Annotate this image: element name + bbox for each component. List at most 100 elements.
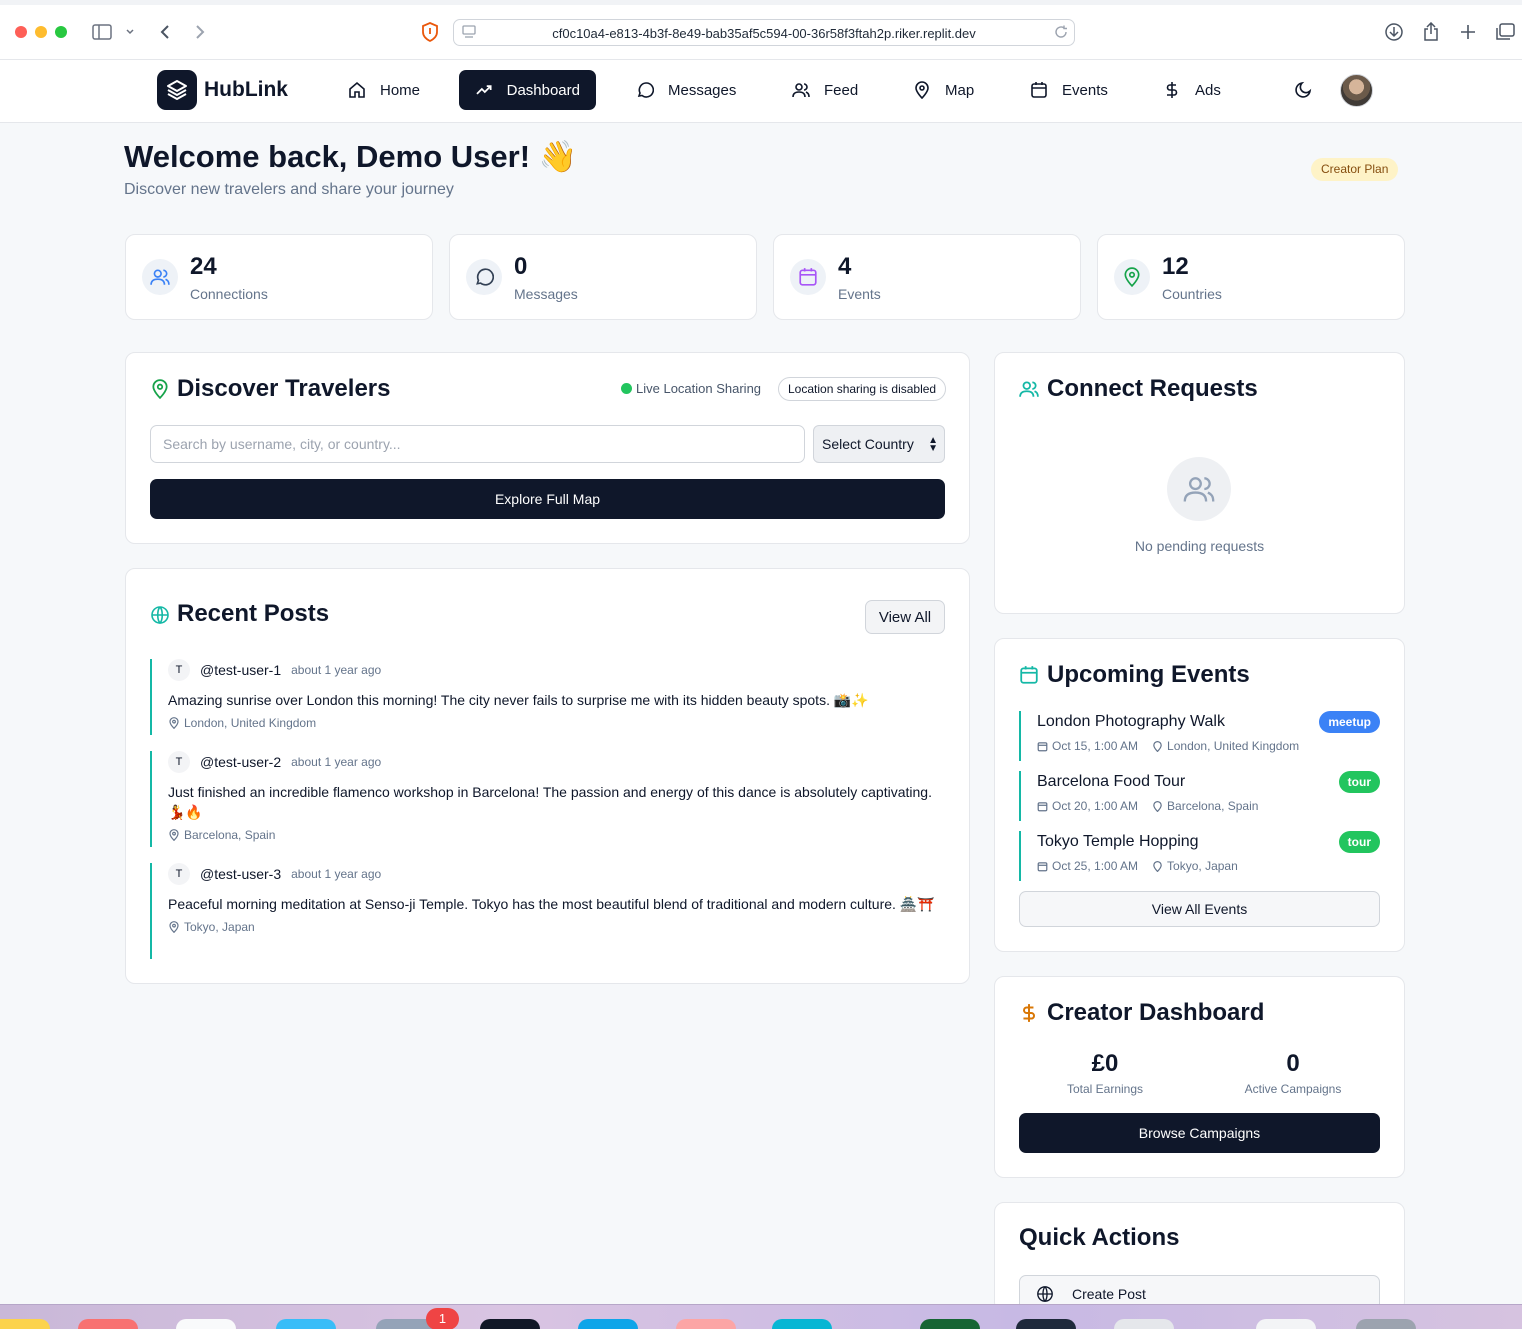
dock-app-icon[interactable] <box>676 1319 736 1329</box>
zoom-window-button[interactable] <box>55 26 67 38</box>
post-location: Tokyo, Japan <box>168 920 940 934</box>
calendar-icon <box>1037 801 1048 811</box>
share-icon[interactable] <box>1419 20 1443 44</box>
stat-card-connections: 24 Connections <box>125 234 433 320</box>
view-all-events-button[interactable]: View All Events <box>1019 891 1380 927</box>
message-circle-icon <box>466 259 502 295</box>
message-circle-icon <box>637 82 654 98</box>
avatar[interactable] <box>1340 74 1373 107</box>
dock-app-icon[interactable] <box>920 1319 980 1329</box>
map-pin-icon <box>169 921 179 933</box>
event-item[interactable]: Barcelona Food Tour Oct 20, 1:00 AM Barc… <box>1019 771 1380 821</box>
location-status-badge: Location sharing is disabled <box>778 377 947 401</box>
address-bar[interactable]: cf0c10a4-e813-4b3f-8e49-bab35af5c594-00-… <box>453 19 1075 46</box>
map-pin-icon <box>1114 259 1150 295</box>
post-time: about 1 year ago <box>291 867 382 881</box>
map-pin-icon <box>1153 740 1162 752</box>
stat-value: 12 <box>1162 253 1189 280</box>
dock-app-icon[interactable] <box>1016 1319 1076 1329</box>
event-tag: meetup <box>1319 711 1380 733</box>
map-pin-icon <box>150 379 170 404</box>
dock-app-icon[interactable] <box>772 1319 832 1329</box>
users-icon <box>792 83 810 98</box>
shield-icon[interactable] <box>418 20 442 44</box>
post-username[interactable]: @test-user-2 <box>200 754 281 770</box>
reload-icon[interactable] <box>1054 25 1068 44</box>
search-input[interactable]: Search by username, city, or country... <box>150 425 805 463</box>
nav-events[interactable]: Events <box>1014 70 1124 110</box>
explore-map-button[interactable]: Explore Full Map <box>150 479 945 519</box>
post-location: London, United Kingdom <box>168 716 940 730</box>
earnings-label: Total Earnings <box>1066 1082 1144 1096</box>
nav-map[interactable]: Map <box>897 70 990 110</box>
post-username[interactable]: @test-user-1 <box>200 662 281 678</box>
dock-app-icon[interactable] <box>1256 1319 1316 1329</box>
avatar: T <box>168 659 190 681</box>
plan-badge: Creator Plan <box>1311 158 1399 181</box>
post-item[interactable]: T @test-user-1 about 1 year ago Amazing … <box>150 659 940 735</box>
dock-app-icon[interactable] <box>276 1319 336 1329</box>
live-location-label: Live Location Sharing <box>636 381 762 396</box>
stat-value: 0 <box>514 253 528 280</box>
select-arrows-icon: ▲ ▼ <box>928 435 938 454</box>
download-icon[interactable] <box>1382 20 1406 44</box>
post-time: about 1 year ago <box>291 663 382 677</box>
creator-dashboard-title: Creator Dashboard <box>1047 999 1265 1026</box>
country-select[interactable]: Select Country ▲ ▼ <box>813 425 945 463</box>
calendar-icon <box>1019 665 1039 690</box>
logo-icon[interactable] <box>157 70 197 110</box>
live-location-indicator: Live Location Sharing <box>621 381 761 396</box>
nav-home[interactable]: Home <box>332 70 436 110</box>
new-tab-icon[interactable] <box>1456 20 1480 44</box>
nav-feed[interactable]: Feed <box>776 70 874 110</box>
tab-overview-icon[interactable] <box>1493 20 1517 44</box>
chevron-down-icon[interactable] <box>120 20 140 44</box>
event-tag: tour <box>1338 771 1380 793</box>
browse-campaigns-button[interactable]: Browse Campaigns <box>1019 1113 1380 1153</box>
sidebar-toggle-icon[interactable] <box>90 20 114 44</box>
event-meta: Oct 15, 1:00 AM London, United Kingdom <box>1037 739 1380 753</box>
back-arrow-icon[interactable] <box>153 20 177 44</box>
calendar-icon <box>790 259 826 295</box>
post-item[interactable]: T @test-user-3 about 1 year ago Peaceful… <box>150 863 940 959</box>
map-pin-icon <box>169 829 179 841</box>
minimize-window-button[interactable] <box>35 26 47 38</box>
event-date: Oct 25, 1:00 AM <box>1052 859 1139 873</box>
post-username[interactable]: @test-user-3 <box>200 866 281 882</box>
macos-dock <box>0 1304 1522 1329</box>
post-location-text: Barcelona, Spain <box>184 828 276 842</box>
post-item[interactable]: T @test-user-2 about 1 year ago Just fin… <box>150 751 940 847</box>
close-window-button[interactable] <box>15 26 27 38</box>
active-campaigns-stat: 0 Active Campaigns <box>1213 1050 1373 1096</box>
event-item[interactable]: London Photography Walk Oct 15, 1:00 AM … <box>1019 711 1380 761</box>
nav-map-label: Map <box>945 81 975 99</box>
event-name: Barcelona Food Tour <box>1037 773 1186 790</box>
post-content: Amazing sunrise over London this morning… <box>168 692 869 708</box>
dock-app-icon[interactable] <box>480 1319 540 1329</box>
url-text: cf0c10a4-e813-4b3f-8e49-bab35af5c594-00-… <box>552 26 976 41</box>
page-subtitle: Discover new travelers and share your jo… <box>124 181 454 198</box>
view-all-posts-button[interactable]: View All <box>865 600 945 634</box>
dock-app-icon[interactable] <box>176 1319 236 1329</box>
nav-messages[interactable]: Messages <box>620 70 752 110</box>
event-location: London, United Kingdom <box>1167 739 1300 753</box>
app-logo-text[interactable]: HubLink <box>204 78 288 102</box>
dock-app-icon[interactable] <box>0 1319 50 1329</box>
forward-arrow-icon[interactable] <box>188 20 212 44</box>
empty-requests-text: No pending requests <box>1134 538 1265 554</box>
avatar: T <box>168 751 190 773</box>
dock-app-icon[interactable] <box>1114 1319 1174 1329</box>
connect-requests-title: Connect Requests <box>1047 375 1258 402</box>
moon-icon[interactable] <box>1295 80 1313 103</box>
map-pin-icon <box>915 81 929 99</box>
nav-dashboard[interactable]: Dashboard <box>459 70 596 110</box>
event-item[interactable]: Tokyo Temple Hopping Oct 25, 1:00 AM Tok… <box>1019 831 1380 881</box>
post-content: Peaceful morning meditation at Senso-ji … <box>168 896 935 912</box>
nav-ads[interactable]: Ads <box>1147 70 1237 110</box>
map-pin-icon <box>1153 800 1162 812</box>
stat-value: 4 <box>838 253 852 280</box>
nav-messages-label: Messages <box>668 81 737 99</box>
dock-app-icon[interactable] <box>578 1319 638 1329</box>
dock-app-icon[interactable] <box>78 1319 138 1329</box>
dock-app-icon[interactable] <box>1356 1319 1416 1329</box>
